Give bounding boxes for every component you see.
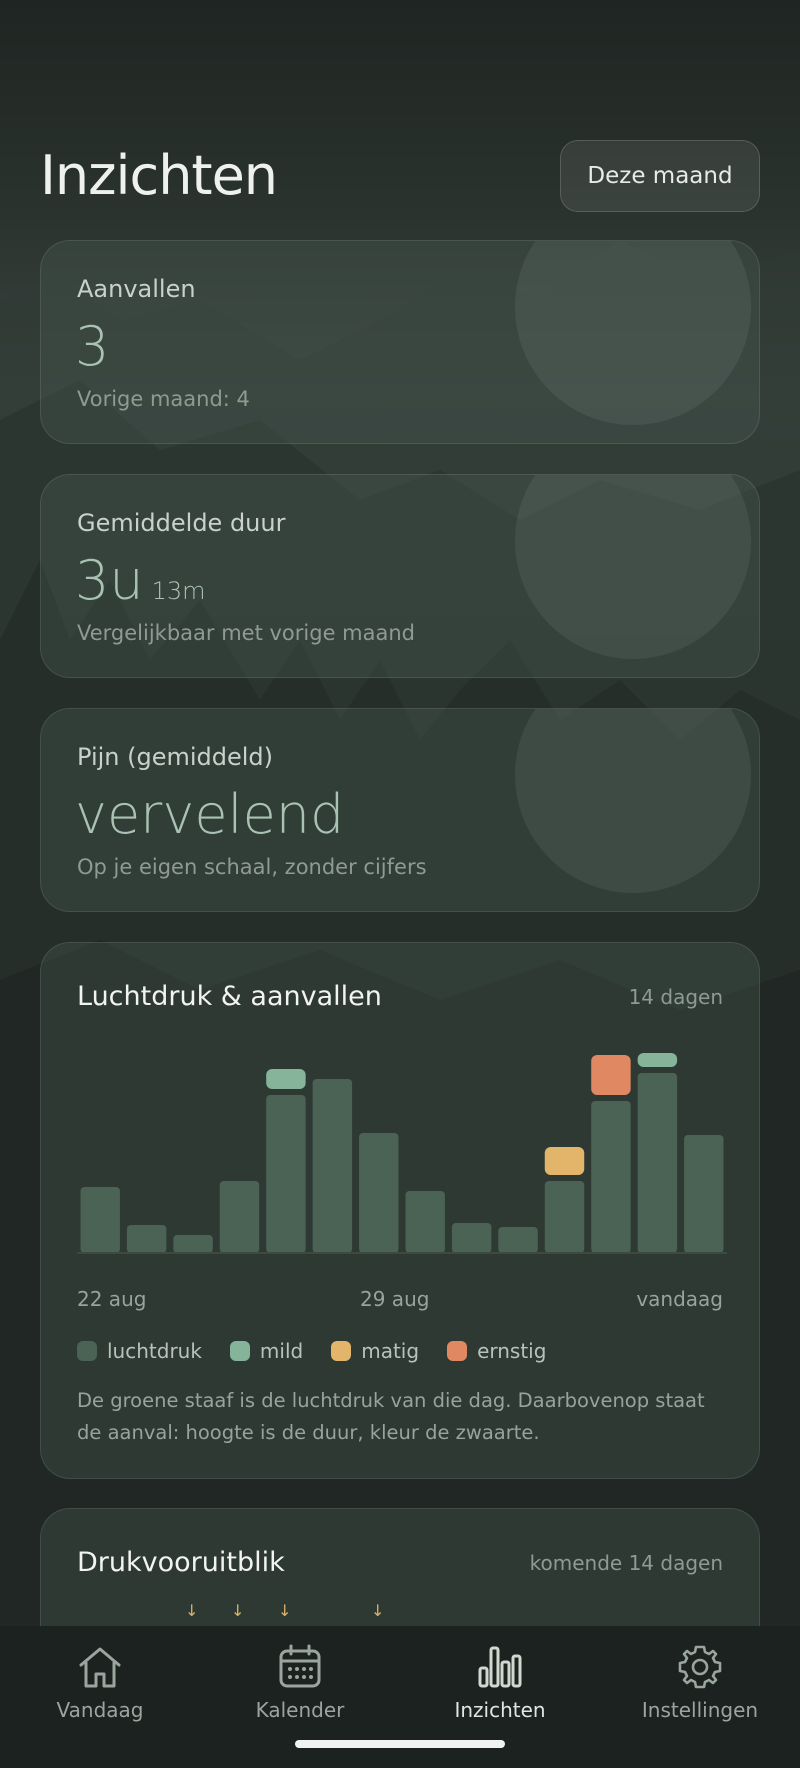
- x-label-mid: 29 aug: [360, 1287, 430, 1311]
- chart-range: 14 dagen: [628, 985, 723, 1009]
- tab-label: Kalender: [255, 1698, 345, 1722]
- down-arrow-icon: ↓: [231, 1601, 245, 1620]
- stat-value: 3: [75, 315, 110, 378]
- pressure-bar: [359, 1133, 399, 1253]
- stat-card-duration: Gemiddelde duur 3u 13m Vergelijkbaar met …: [40, 474, 760, 678]
- legend-item-moderate: matig: [331, 1339, 419, 1363]
- page-title: Inzichten: [40, 144, 278, 207]
- chart-title: Luchtdruk & aanvallen: [77, 981, 382, 1012]
- legend-item-pressure: luchtdruk: [77, 1339, 202, 1363]
- down-arrow-icon: ↓: [185, 1601, 199, 1620]
- legend-swatch: [77, 1341, 97, 1361]
- pressure-chart-card: Luchtdruk & aanvallen 14 dagen 22 aug 29…: [40, 942, 760, 1479]
- stat-card-attacks: Aanvallen 3 Vorige maand: 4: [40, 240, 760, 444]
- chart-legend: luchtdruk mild matig ernstig: [77, 1339, 546, 1363]
- pressure-bar: [544, 1181, 585, 1253]
- pressure-bar: [312, 1079, 353, 1253]
- tab-kalender[interactable]: Kalender: [200, 1642, 400, 1722]
- gear-icon: [678, 1645, 722, 1689]
- stat-subtext: Vorige maand: 4: [77, 387, 250, 411]
- attack-bar-mild: [637, 1053, 678, 1067]
- decorative-circle: [515, 241, 751, 425]
- tab-vandaag[interactable]: Vandaag: [0, 1642, 200, 1722]
- pressure-bar: [405, 1191, 445, 1253]
- tab-label: Inzichten: [454, 1698, 546, 1722]
- stat-label: Pijn (gemiddeld): [77, 743, 274, 771]
- x-label-end: vandaag: [636, 1287, 723, 1311]
- attack-bar-matig: [544, 1147, 585, 1175]
- forecast-title: Drukvooruitblik: [77, 1547, 285, 1578]
- stat-subtext: Vergelijkbaar met vorige maand: [77, 621, 415, 645]
- legend-swatch: [229, 1341, 250, 1361]
- pressure-bar: [219, 1181, 260, 1253]
- pressure-bar: [637, 1073, 678, 1253]
- legend-swatch: [331, 1341, 352, 1361]
- pressure-bar: [591, 1101, 631, 1253]
- legend-label: matig: [361, 1339, 420, 1363]
- tab-instellingen[interactable]: Instellingen: [600, 1642, 800, 1722]
- pressure-bar: [266, 1095, 306, 1253]
- decorative-circle: [515, 475, 751, 659]
- pressure-bar: [451, 1223, 492, 1253]
- period-select-button[interactable]: Deze maand: [560, 140, 760, 212]
- stat-value-minutes: 13m: [151, 577, 206, 605]
- tab-label: Instellingen: [641, 1698, 759, 1722]
- down-arrow-icon: ↓: [371, 1601, 385, 1620]
- stat-label: Aanvallen: [77, 275, 196, 303]
- pressure-bar: [173, 1235, 213, 1253]
- pressure-bar: [80, 1187, 120, 1253]
- home-indicator: [295, 1740, 505, 1748]
- legend-label: mild: [259, 1339, 304, 1363]
- legend-swatch: [447, 1341, 468, 1361]
- legend-label: luchtdruk: [107, 1339, 202, 1363]
- pressure-bar: [498, 1227, 538, 1253]
- legend-item-mild: mild: [229, 1339, 304, 1363]
- pressure-bar: [684, 1135, 724, 1253]
- stat-card-pain: Pijn (gemiddeld) vervelend Op je eigen s…: [40, 708, 760, 912]
- bar-chart-icon: [478, 1646, 522, 1688]
- attack-bar-ernstig: [591, 1055, 631, 1095]
- down-arrow-icon: ↓: [278, 1601, 292, 1620]
- x-label-start: 22 aug: [77, 1287, 147, 1311]
- chart-description: De groene staaf is de luchtdruk van die …: [77, 1389, 705, 1444]
- stat-subtext: Op je eigen schaal, zonder cijfers: [77, 855, 427, 879]
- home-icon: [79, 1647, 121, 1688]
- stat-value-main: 3u: [75, 549, 144, 612]
- stat-label: Gemiddelde duur: [77, 509, 286, 537]
- tab-label: Vandaag: [56, 1698, 144, 1722]
- decorative-circle: [515, 709, 751, 893]
- legend-item-severe: ernstig: [447, 1339, 546, 1363]
- calendar-icon: [279, 1644, 321, 1688]
- legend-label: ernstig: [477, 1339, 547, 1363]
- header: Inzichten Deze maand: [40, 140, 760, 220]
- attack-bar-mild: [266, 1069, 306, 1089]
- stat-value: vervelend: [75, 783, 345, 846]
- forecast-range: komende 14 dagen: [529, 1551, 723, 1575]
- tab-inzichten[interactable]: Inzichten: [400, 1642, 600, 1722]
- pressure-bar-chart: [77, 1053, 727, 1254]
- pressure-bar: [126, 1225, 167, 1253]
- stat-value: 3u 13m: [75, 549, 206, 612]
